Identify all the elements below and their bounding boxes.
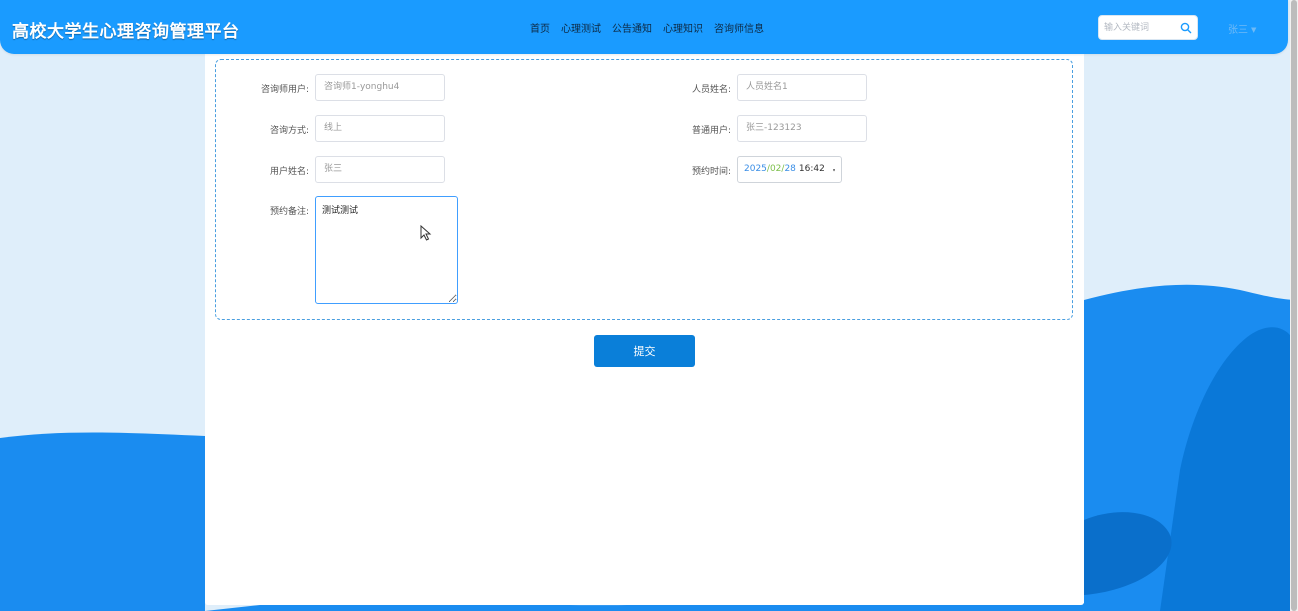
user-menu[interactable]: 张三 ▼ xyxy=(1228,21,1256,36)
search-input[interactable] xyxy=(1104,19,1176,36)
dt-year[interactable]: 2025 xyxy=(744,157,767,182)
appointment-time-input[interactable]: 2025/02/28 16:42 xyxy=(737,156,842,183)
search-box xyxy=(1098,15,1198,40)
nav-psych-test[interactable]: 心理测试 xyxy=(561,20,601,35)
dt-month[interactable]: 02 xyxy=(770,157,781,182)
dt-day[interactable]: 28 xyxy=(784,157,795,182)
counselor-user-field[interactable]: 咨询师1-yonghu4 xyxy=(315,74,445,101)
nav-home[interactable]: 首页 xyxy=(530,20,550,35)
person-name-field[interactable]: 人员姓名1 xyxy=(737,74,867,101)
scrollbar-thumb[interactable] xyxy=(1291,0,1297,611)
regular-user-field[interactable]: 张三-123123 xyxy=(737,115,867,142)
consult-method-field[interactable]: 线上 xyxy=(315,115,445,142)
top-header: 高校大学生心理咨询管理平台 首页 心理测试 公告通知 心理知识 咨询师信息 张三… xyxy=(0,0,1288,54)
nav-announcements[interactable]: 公告通知 xyxy=(612,20,652,35)
counselor-user-label: 咨询师用户: xyxy=(260,85,309,95)
appointment-note-label: 预约备注: xyxy=(269,207,309,217)
consult-method-label: 咨询方式: xyxy=(269,126,309,136)
user-name-label: 用户姓名: xyxy=(269,167,309,177)
search-icon[interactable] xyxy=(1180,22,1192,34)
person-name-label: 人员姓名: xyxy=(691,85,731,95)
mouse-cursor-icon xyxy=(420,225,432,241)
calendar-icon[interactable] xyxy=(832,165,835,175)
appointment-form: 咨询师用户: 咨询师1-yonghu4 人员姓名: 人员姓名1 咨询方式: 线上… xyxy=(215,59,1073,320)
site-title: 高校大学生心理咨询管理平台 xyxy=(12,22,240,42)
nav-psych-knowledge[interactable]: 心理知识 xyxy=(663,20,703,35)
regular-user-label: 普通用户: xyxy=(691,126,731,136)
submit-button[interactable]: 提交 xyxy=(594,335,695,367)
appointment-time-label: 预约时间: xyxy=(691,167,731,177)
user-name: 张三 xyxy=(1228,25,1248,36)
nav-counselor-info[interactable]: 咨询师信息 xyxy=(714,20,764,35)
user-name-field[interactable]: 张三 xyxy=(315,156,445,183)
main-panel: 咨询师用户: 咨询师1-yonghu4 人员姓名: 人员姓名1 咨询方式: 线上… xyxy=(205,54,1084,605)
caret-down-icon: ▼ xyxy=(1251,26,1257,34)
dt-time[interactable]: 16:42 xyxy=(799,157,825,182)
main-nav: 首页 心理测试 公告通知 心理知识 咨询师信息 xyxy=(530,20,764,35)
appointment-note-textarea[interactable]: 测试测试 xyxy=(315,196,458,304)
